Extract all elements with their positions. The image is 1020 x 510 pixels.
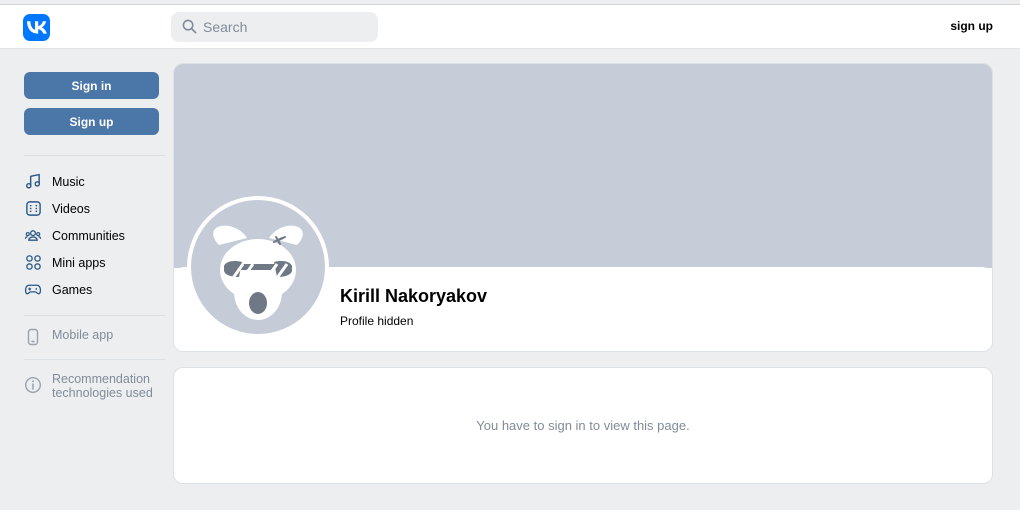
sidebar-item-music[interactable]: Music <box>24 168 165 195</box>
sign-in-required-message: You have to sign in to view this page. <box>476 418 690 433</box>
deactivated-dog-icon <box>191 200 325 334</box>
sidebar-item-label: Mini apps <box>52 255 106 270</box>
search-box[interactable] <box>171 12 378 42</box>
video-icon <box>24 200 42 218</box>
sign-up-button[interactable]: Sign up <box>24 108 159 135</box>
vk-logo-icon[interactable] <box>23 14 50 41</box>
sidebar-menu: Music Videos Communities Mini apps Games <box>24 168 165 303</box>
sidebar-item-label: Videos <box>52 201 90 216</box>
communities-icon <box>24 227 42 245</box>
sidebar-item-label: Communities <box>52 228 125 243</box>
mobile-phone-icon <box>24 328 42 346</box>
sidebar-divider <box>24 359 165 360</box>
sidebar-item-recommendation-technologies[interactable]: Recommendation technologies used <box>24 372 165 400</box>
sign-in-button[interactable]: Sign in <box>24 72 159 99</box>
sidebar-item-mobile-app[interactable]: Mobile app <box>24 328 165 346</box>
sidebar-item-label: Music <box>52 174 85 189</box>
sidebar-item-games[interactable]: Games <box>24 276 165 303</box>
top-header: sign up <box>0 4 1020 49</box>
recommendation-label-line2: technologies used <box>52 386 153 400</box>
avatar[interactable] <box>187 196 329 338</box>
signup-link[interactable]: sign up <box>950 19 993 33</box>
sidebar-item-label: Games <box>52 282 93 297</box>
profile-name: Kirill Nakoryakov <box>340 286 488 306</box>
sign-in-required-card: You have to sign in to view this page. <box>173 367 993 484</box>
recommendation-label-line1: Recommendation <box>52 372 150 386</box>
mini-apps-icon <box>24 254 42 272</box>
sidebar-item-label: Mobile app <box>52 328 114 342</box>
sidebar-divider <box>24 155 165 156</box>
gamepad-icon <box>24 281 42 299</box>
sidebar: Sign in Sign up Music Videos Communities <box>24 72 165 400</box>
profile-status: Profile hidden <box>340 314 414 328</box>
music-note-icon <box>24 173 42 191</box>
search-input[interactable] <box>171 12 378 42</box>
info-icon <box>24 376 42 394</box>
sidebar-divider <box>24 315 165 316</box>
sidebar-item-videos[interactable]: Videos <box>24 195 165 222</box>
sidebar-item-communities[interactable]: Communities <box>24 222 165 249</box>
sidebar-item-mini-apps[interactable]: Mini apps <box>24 249 165 276</box>
